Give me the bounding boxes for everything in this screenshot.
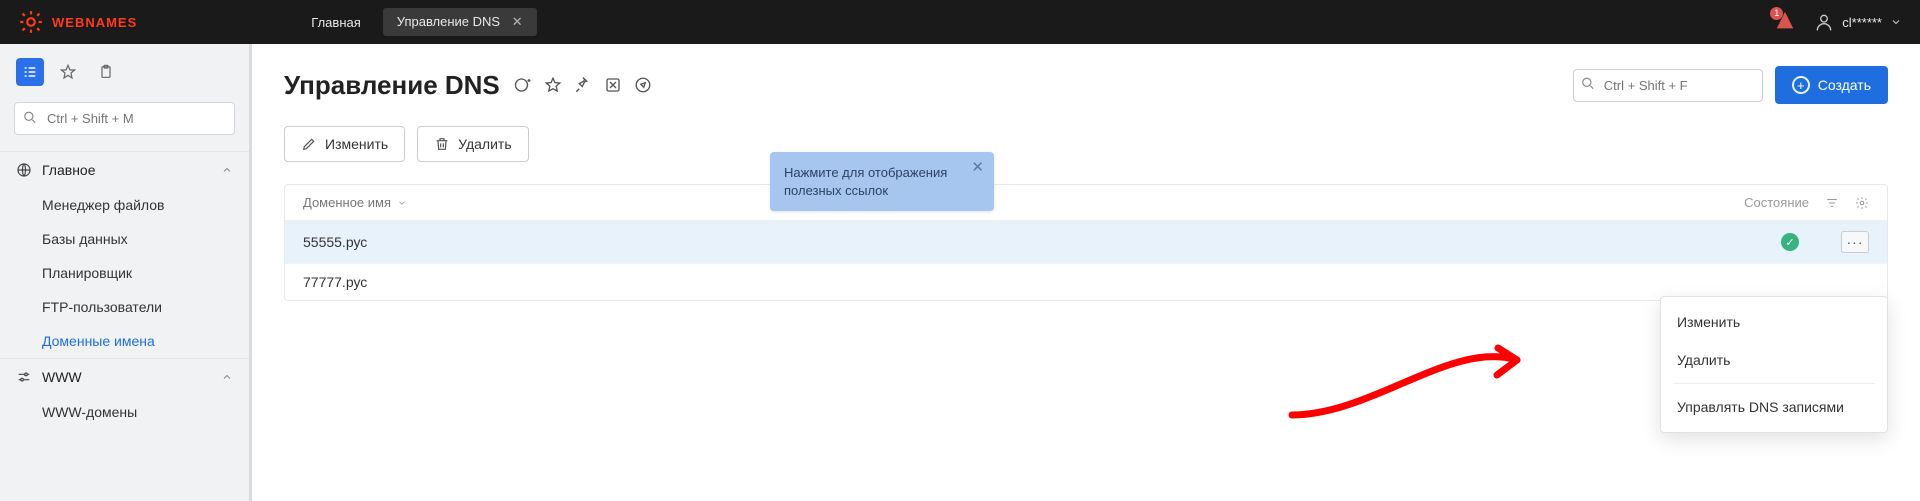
toolbar: Изменить Удалить xyxy=(284,126,1888,162)
delete-button[interactable]: Удалить xyxy=(417,126,528,162)
gear-icon[interactable] xyxy=(1855,196,1869,210)
brand-logo[interactable]: WEBNAMES xyxy=(18,9,137,35)
page-title: Управление DNS xyxy=(284,70,500,101)
table-row[interactable]: 55555.рус ✓ ··· xyxy=(285,221,1887,264)
row-name: 55555.рус xyxy=(303,234,1781,250)
help-tooltip: ✕ Нажмите для отображения полезных ссыло… xyxy=(770,152,994,211)
sidebar-item-www-domains[interactable]: WWW-домены xyxy=(0,395,249,429)
annotation-arrow-icon xyxy=(1282,320,1542,430)
row-actions-menu[interactable]: ··· xyxy=(1841,231,1869,253)
section-www-header[interactable]: WWW xyxy=(0,358,249,395)
sidebar: Главное Менеджер файлов Базы данных План… xyxy=(0,44,252,501)
create-button[interactable]: + Создать xyxy=(1775,66,1888,104)
sidebar-search-input[interactable] xyxy=(14,102,235,135)
section-www-label: WWW xyxy=(42,369,221,385)
close-icon[interactable]: ✕ xyxy=(971,158,984,178)
col-status-label: Состояние xyxy=(1744,195,1809,210)
edit-button[interactable]: Изменить xyxy=(284,126,405,162)
username: cl****** xyxy=(1842,15,1882,30)
sidebar-search xyxy=(14,102,235,135)
domain-table: Доменное имя Состояние 55555.рус ✓ ··· 7… xyxy=(284,184,1888,301)
sidebar-item-scheduler[interactable]: Планировщик xyxy=(0,256,249,290)
topbar: WEBNAMES Главная Управление DNS ✕ 1 cl**… xyxy=(0,0,1920,44)
search-icon xyxy=(1581,77,1595,94)
page-header-right: + Создать xyxy=(1573,66,1888,104)
page-search-input[interactable] xyxy=(1573,69,1763,102)
pin-icon[interactable] xyxy=(574,76,592,94)
page-header: Управление DNS + Создать xyxy=(284,66,1888,104)
col-header-right: Состояние xyxy=(1744,195,1869,210)
sidebar-menu-button[interactable] xyxy=(16,58,44,86)
star-icon xyxy=(60,64,76,80)
compass-icon[interactable] xyxy=(634,76,652,94)
star-icon[interactable] xyxy=(544,76,562,94)
status-ok-icon: ✓ xyxy=(1781,233,1799,251)
edit-label: Изменить xyxy=(325,136,388,152)
section-main-label: Главное xyxy=(42,162,221,178)
top-nav: Главная Управление DNS ✕ xyxy=(297,8,536,36)
gear-sun-icon xyxy=(18,9,44,35)
delete-label: Удалить xyxy=(458,136,511,152)
sidebar-clipboard-button[interactable] xyxy=(92,58,120,86)
notifications-button[interactable]: 1 xyxy=(1774,10,1796,35)
section-main-header[interactable]: Главное xyxy=(0,151,249,188)
clipboard-icon xyxy=(98,64,114,80)
divider xyxy=(1673,383,1875,384)
sidebar-item-ftp[interactable]: FTP-пользователи xyxy=(0,290,249,324)
page-header-icons xyxy=(514,76,652,94)
table-header: Доменное имя Состояние xyxy=(285,185,1887,221)
create-label: Создать xyxy=(1818,77,1871,93)
table-row[interactable]: 77777.рус xyxy=(285,264,1887,300)
brand-text: WEBNAMES xyxy=(52,15,137,30)
chevron-up-icon xyxy=(221,371,233,383)
user-menu[interactable]: cl****** xyxy=(1814,12,1902,32)
tooltip-text: Нажмите для отображения полезных ссылок xyxy=(784,165,947,198)
chevron-down-icon xyxy=(397,198,407,208)
row-name: 77777.рус xyxy=(303,274,1869,290)
col-name-label: Доменное имя xyxy=(303,195,391,210)
nav-home[interactable]: Главная xyxy=(297,9,374,36)
main-area: Управление DNS + Создать xyxy=(252,44,1920,501)
sidebar-star-button[interactable] xyxy=(54,58,82,86)
ctx-manage-dns[interactable]: Управлять DNS записями xyxy=(1661,388,1887,426)
trash-icon xyxy=(434,136,450,152)
globe-icon xyxy=(16,162,32,178)
cross-globe-icon[interactable] xyxy=(604,76,622,94)
section-www-items: WWW-домены xyxy=(0,395,249,429)
section-main-items: Менеджер файлов Базы данных Планировщик … xyxy=(0,188,249,358)
ctx-edit[interactable]: Изменить xyxy=(1661,303,1887,341)
sidebar-item-domains[interactable]: Доменные имена xyxy=(0,324,249,358)
nav-tab-dns[interactable]: Управление DNS ✕ xyxy=(383,8,537,36)
sidebar-item-files[interactable]: Менеджер файлов xyxy=(0,188,249,222)
col-header-name[interactable]: Доменное имя xyxy=(303,195,1744,210)
nav-tab-label: Управление DNS xyxy=(397,14,500,29)
search-icon xyxy=(23,110,37,127)
chevron-up-icon xyxy=(221,164,233,176)
shell: Главное Менеджер файлов Базы данных План… xyxy=(0,44,1920,501)
plus-icon: + xyxy=(1792,76,1810,94)
ctx-delete[interactable]: Удалить xyxy=(1661,341,1887,379)
row-context-menu: Изменить Удалить Управлять DNS записями xyxy=(1660,296,1888,433)
filter-icon[interactable] xyxy=(1825,196,1839,210)
user-icon xyxy=(1814,12,1834,32)
close-icon[interactable]: ✕ xyxy=(512,14,523,29)
globe-plus-icon[interactable] xyxy=(514,76,532,94)
sidebar-top-buttons xyxy=(0,44,249,96)
topbar-right: 1 cl****** xyxy=(1774,10,1902,35)
list-icon xyxy=(22,64,38,80)
sidebar-item-databases[interactable]: Базы данных xyxy=(0,222,249,256)
chevron-down-icon xyxy=(1890,16,1902,28)
notification-count: 1 xyxy=(1770,7,1783,20)
sliders-icon xyxy=(16,369,32,385)
pencil-icon xyxy=(301,136,317,152)
page-search xyxy=(1573,69,1763,102)
